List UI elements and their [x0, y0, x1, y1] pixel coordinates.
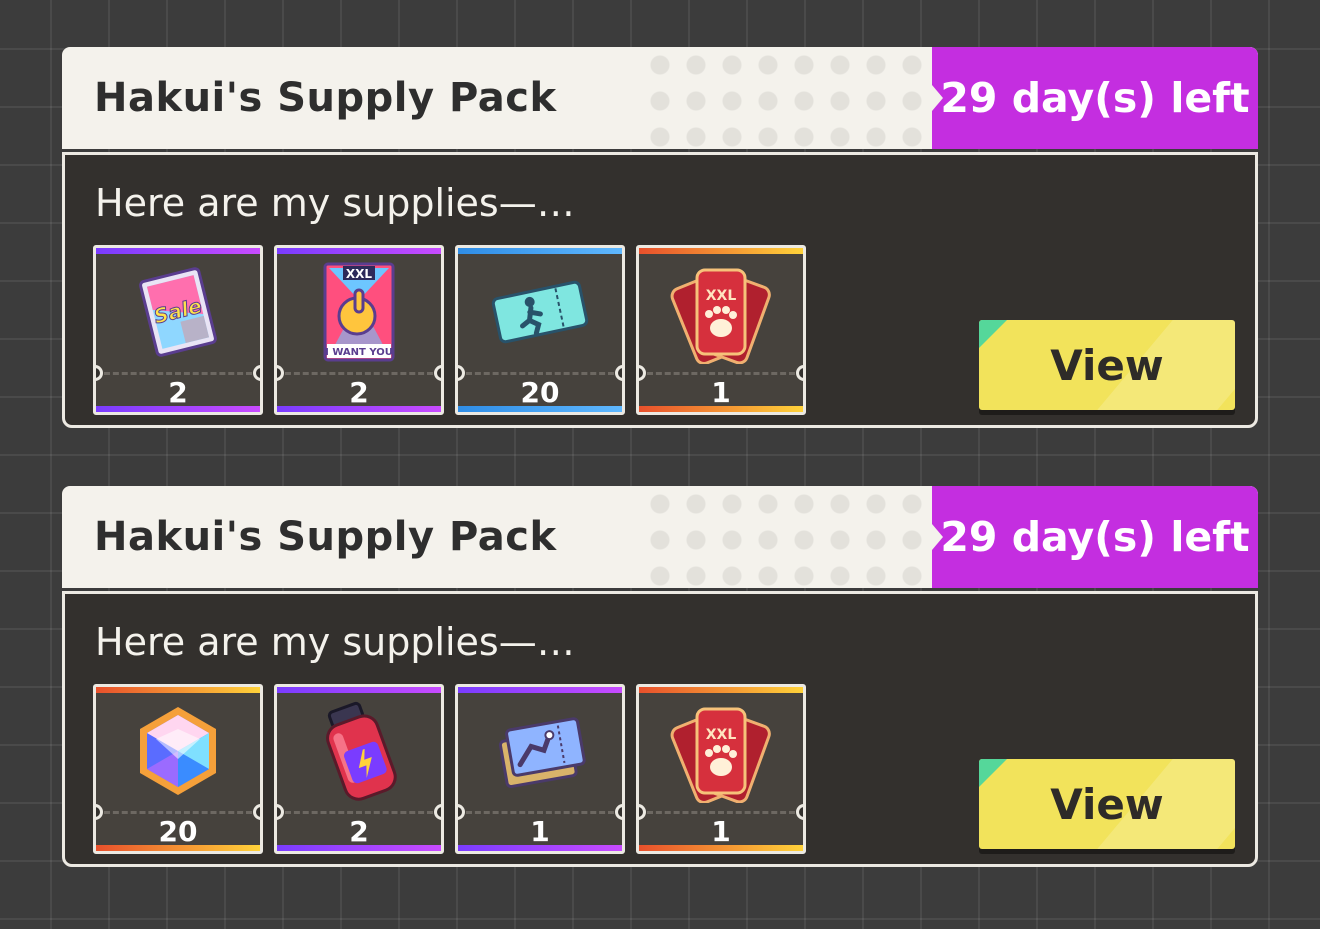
reward-item-recruitment-poster[interactable]: XXL I WANT YOU 2 — [274, 245, 444, 415]
days-left-badge: 29 day(s) left — [932, 47, 1258, 149]
pack-title: Hakui's Supply Pack — [94, 514, 557, 560]
item-list: Sale 2 XXL I WANT YOU 2 20 XXL 1 — [93, 245, 817, 415]
energy-bottle-icon — [326, 701, 397, 801]
poster-bottom-text: I WANT YOU — [325, 347, 393, 358]
reward-item-paw-ticket[interactable]: XXL 1 — [636, 684, 806, 854]
supply-pack-card: Hakui's Supply Pack 29 day(s) left Here … — [62, 47, 1258, 428]
pack-body: Here are my supplies—… 20 2 1 XXL 1 View — [62, 591, 1258, 867]
item-quantity: 2 — [349, 815, 369, 848]
item-quantity: 2 — [168, 376, 188, 409]
ticket-text: XXL — [706, 727, 737, 743]
reward-item-paw-ticket[interactable]: XXL 1 — [636, 245, 806, 415]
item-list: 20 2 1 XXL 1 — [93, 684, 817, 854]
blueprint-ticket-icon — [498, 717, 586, 789]
item-quantity: 2 — [349, 376, 369, 409]
reward-item-gem[interactable]: 20 — [93, 684, 263, 854]
pack-header: Hakui's Supply Pack 29 day(s) left — [62, 486, 1258, 588]
paw-ticket-icon: XXL — [670, 707, 771, 803]
poster-top-text: XXL — [346, 267, 373, 281]
reward-item-running-ticket[interactable]: 20 — [455, 245, 625, 415]
item-quantity: 20 — [520, 376, 560, 409]
reward-item-blueprint-ticket[interactable]: 1 — [455, 684, 625, 854]
view-button[interactable]: View — [979, 320, 1235, 410]
pack-title: Hakui's Supply Pack — [94, 75, 557, 121]
view-button[interactable]: View — [979, 759, 1235, 849]
ticket-text: XXL — [706, 288, 737, 304]
item-quantity: 1 — [530, 815, 550, 848]
pack-description: Here are my supplies—… — [95, 620, 575, 664]
reward-item-energy-bottle[interactable]: 2 — [274, 684, 444, 854]
view-button-label: View — [1050, 779, 1164, 829]
days-left-badge: 29 day(s) left — [932, 486, 1258, 588]
recruitment-poster-icon: XXL I WANT YOU — [323, 262, 395, 362]
item-quantity: 1 — [711, 376, 731, 409]
item-quantity: 20 — [158, 815, 198, 848]
view-button-label: View — [1050, 340, 1164, 390]
sale-flyer-icon: Sale — [139, 267, 217, 357]
reward-item-sale-flyer[interactable]: Sale 2 — [93, 245, 263, 415]
supply-pack-card: Hakui's Supply Pack 29 day(s) left Here … — [62, 486, 1258, 867]
gem-icon — [140, 707, 216, 795]
running-ticket-icon — [491, 280, 589, 344]
pack-header: Hakui's Supply Pack 29 day(s) left — [62, 47, 1258, 149]
pack-description: Here are my supplies—… — [95, 181, 575, 225]
pack-body: Here are my supplies—… Sale 2 XXL I WANT… — [62, 152, 1258, 428]
paw-ticket-icon: XXL — [670, 268, 771, 364]
item-quantity: 1 — [711, 815, 731, 848]
